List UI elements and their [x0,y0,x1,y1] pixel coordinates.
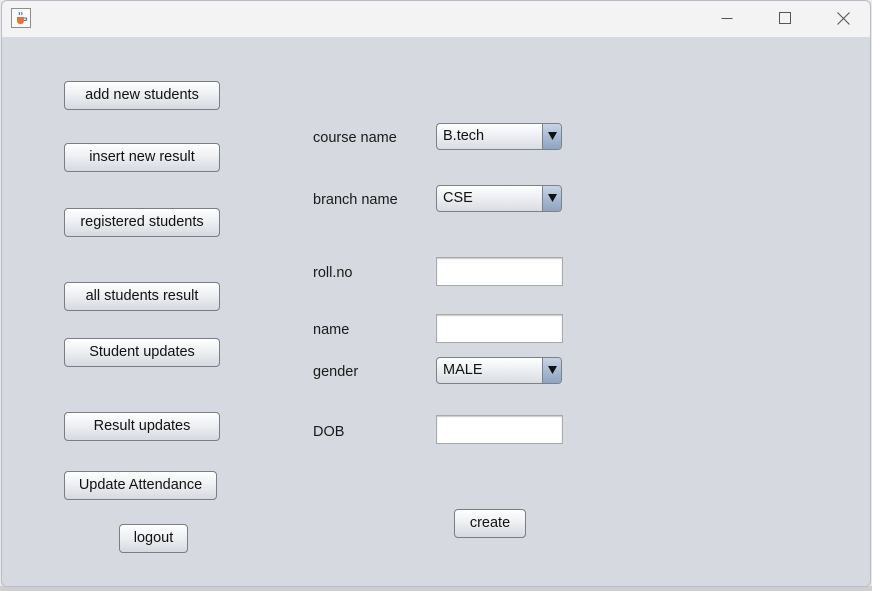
course-name-select[interactable]: B.tech [436,123,562,150]
branch-name-label: branch name [313,192,398,208]
name-field[interactable] [436,314,563,343]
minimize-button[interactable] [698,1,756,35]
branch-dropdown-button[interactable] [542,186,561,211]
course-dropdown-button[interactable] [542,124,561,149]
title-bar[interactable] [2,1,870,37]
course-name-label: course name [313,130,397,146]
java-cup-icon [11,8,31,28]
roll-no-field[interactable] [436,257,563,286]
maximize-icon [779,12,791,24]
maximize-button[interactable] [756,1,814,35]
all-students-result-button[interactable]: all students result [64,282,220,311]
gender-select[interactable]: MALE [436,357,562,384]
result-updates-button[interactable]: Result updates [64,412,220,441]
student-updates-button[interactable]: Student updates [64,338,220,367]
gender-dropdown-button[interactable] [542,358,561,383]
triangle-down-icon [548,132,557,140]
main-panel: add new students insert new result regis… [2,37,870,586]
branch-name-select[interactable]: CSE [436,185,562,212]
course-name-value: B.tech [443,128,485,144]
roll-no-label: roll.no [313,265,353,281]
update-attendance-button[interactable]: Update Attendance [64,471,217,500]
add-new-students-button[interactable]: add new students [64,81,220,110]
insert-new-result-button[interactable]: insert new result [64,143,220,172]
create-button[interactable]: create [454,509,526,538]
dob-field[interactable] [436,415,563,444]
app-window: add new students insert new result regis… [1,0,871,587]
triangle-down-icon [548,366,557,374]
gender-value: MALE [443,362,483,378]
registered-students-button[interactable]: registered students [64,208,220,237]
triangle-down-icon [548,194,557,202]
minimize-icon [721,18,733,19]
branch-name-value: CSE [443,190,473,206]
name-label: name [313,322,350,338]
dob-label: DOB [313,424,345,440]
logout-button[interactable]: logout [119,524,188,553]
close-icon [836,11,850,25]
gender-label: gender [313,364,359,380]
close-button[interactable] [814,1,870,35]
